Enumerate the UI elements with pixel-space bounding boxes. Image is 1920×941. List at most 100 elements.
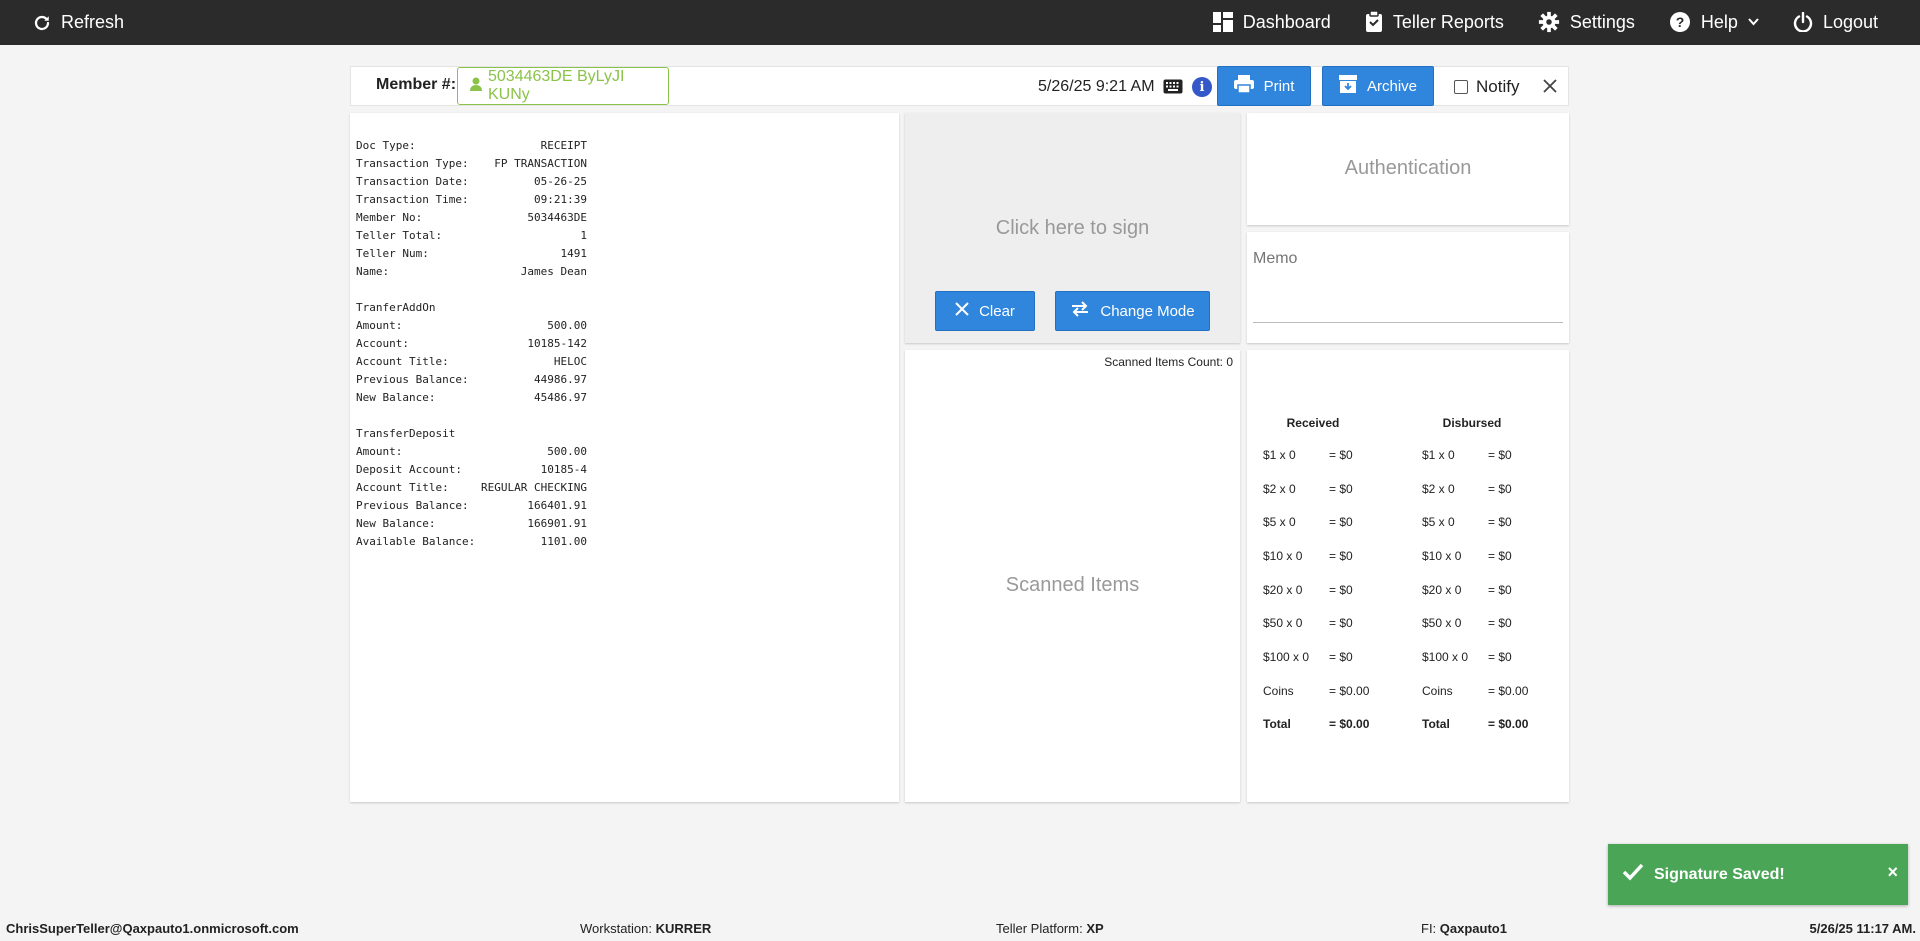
sign-prompt[interactable]: Click here to sign: [905, 217, 1240, 240]
info-icon[interactable]: i: [1192, 77, 1212, 97]
notify-label: Notify: [1476, 77, 1520, 96]
denomination-total: = $0: [1329, 649, 1353, 664]
denomination-row: $20 x 0 = $0: [1422, 573, 1548, 607]
refresh-label: Refresh: [61, 12, 125, 32]
settings-link[interactable]: Settings: [1538, 11, 1635, 33]
help-label: Help: [1700, 11, 1738, 32]
print-button[interactable]: Print: [1217, 66, 1311, 106]
denomination-count: $50 x 0: [1263, 616, 1303, 631]
receipt-field-value: 166901.91: [527, 517, 587, 530]
transaction-datetime: 5/26/25 9:21 AM: [1038, 78, 1155, 95]
receipt-line: Previous Balance: 44986.97: [356, 371, 587, 389]
refresh-button[interactable]: Refresh: [33, 12, 124, 33]
receipt-field-label: Account Title:: [356, 355, 449, 368]
printer-icon: [1233, 75, 1254, 97]
denomination-count: Coins: [1422, 683, 1453, 698]
total-label: Total: [1422, 717, 1450, 732]
denomination-row: $10 x 0 = $0: [1263, 539, 1389, 573]
receipt-line: Teller Total: 1: [356, 227, 587, 245]
receipt-field-value: 44986.97: [534, 373, 587, 386]
change-mode-label: Change Mode: [1100, 302, 1195, 320]
clear-button[interactable]: Clear: [935, 291, 1035, 331]
receipt-line: Transaction Date: 05-26-25: [356, 173, 587, 191]
authentication-panel[interactable]: Authentication: [1247, 113, 1569, 225]
receipt-field-value: 5034463DE: [527, 211, 587, 224]
nav-menu: Dashboard Teller Reports Settings ? Help: [1212, 11, 1878, 33]
help-menu[interactable]: ? Help: [1669, 11, 1759, 33]
clear-label: Clear: [979, 302, 1015, 320]
receipt-field-label: Account:: [356, 337, 409, 350]
receipt-field-value: REGULAR CHECKING: [481, 481, 587, 494]
receipt-field-value: 500.00: [547, 319, 587, 332]
footer-datetime: 5/26/25 11:17 AM.: [1809, 921, 1916, 936]
receipt-line: Account Title: REGULAR CHECKING: [356, 479, 587, 497]
denomination-count: $100 x 0: [1263, 649, 1310, 664]
denomination-row: $100 x 0 = $0: [1263, 640, 1389, 674]
denomination-count: $20 x 0: [1263, 582, 1303, 597]
checkbox-box[interactable]: [1454, 80, 1468, 94]
denomination-row: Coins = $0.00: [1263, 674, 1389, 708]
logout-label: Logout: [1822, 11, 1878, 32]
close-icon[interactable]: [1542, 78, 1558, 99]
receipt-line: Transaction Type: FP TRANSACTION: [356, 155, 587, 173]
denomination-count: $50 x 0: [1422, 616, 1462, 631]
teller-reports-link[interactable]: Teller Reports: [1365, 11, 1504, 33]
receipt-field-value: 166401.91: [527, 499, 587, 512]
receipt-field-label: Amount:: [356, 445, 403, 458]
svg-text:?: ?: [1676, 14, 1685, 30]
denomination-count: $10 x 0: [1263, 548, 1303, 563]
archive-button[interactable]: Archive: [1322, 66, 1434, 106]
receipt-field-value: 09:21:39: [534, 193, 587, 206]
total-value: = $0.00: [1329, 717, 1370, 732]
notify-checkbox[interactable]: Notify: [1454, 77, 1519, 97]
receipt-field-label: Available Balance:: [356, 535, 476, 548]
denomination-row: $5 x 0 = $0: [1422, 505, 1548, 539]
member-field[interactable]: 5034463DE ByLyJI KUNy: [457, 67, 669, 105]
logout-link[interactable]: Logout: [1793, 11, 1878, 33]
receipt-field-value: 1101.00: [540, 535, 587, 548]
scanned-items-panel: Scanned Items Count: 0 Scanned Items: [905, 350, 1240, 802]
receipt-field-value: James Dean: [520, 265, 587, 278]
receipt-line: New Balance: 166901.91: [356, 515, 587, 533]
received-total-row: Total = $0.00: [1263, 708, 1389, 742]
receipt-line: Member No: 5034463DE: [356, 209, 587, 227]
authentication-label: Authentication: [1344, 157, 1472, 179]
toast-close-button[interactable]: ×: [1887, 862, 1898, 883]
receipt-field-label: Teller Total:: [356, 229, 443, 242]
denomination-count: $10 x 0: [1422, 548, 1462, 563]
teller-reports-label: Teller Reports: [1392, 11, 1504, 32]
denomination-count: $2 x 0: [1422, 481, 1455, 496]
denomination-row: $50 x 0 = $0: [1263, 606, 1389, 640]
scanned-items-placeholder: Scanned Items: [1005, 574, 1140, 596]
denomination-total: = $0: [1488, 616, 1512, 631]
receipt-field-label: Teller Num:: [356, 247, 429, 260]
denomination-total: = $0: [1329, 515, 1353, 530]
denomination-total: = $0.00: [1329, 683, 1370, 698]
denomination-total: = $0: [1329, 447, 1353, 462]
receipt-field-value: 45486.97: [534, 391, 587, 404]
denomination-count: $100 x 0: [1422, 649, 1469, 664]
keyboard-icon[interactable]: [1163, 79, 1183, 99]
denomination-total: = $0: [1329, 548, 1353, 563]
memo-panel: [1247, 232, 1569, 343]
receipt-section: Amount: 500.00 Account: 10185-142 Account Ti…: [356, 317, 899, 407]
receipt-line: Account Title: HELOC: [356, 353, 587, 371]
receipt-section-title: TranferAddOn: [356, 301, 436, 314]
change-mode-button[interactable]: Change Mode: [1055, 291, 1210, 331]
dashboard-link[interactable]: Dashboard: [1212, 11, 1331, 33]
denomination-total: = $0: [1329, 582, 1353, 597]
receipt-line: Available Balance: 1101.00: [356, 533, 587, 551]
receipt-field-value: RECEIPT: [540, 139, 587, 152]
denomination-total: = $0: [1488, 548, 1512, 563]
receipt-field-value: 1: [580, 229, 587, 242]
receipt-field-value: FP TRANSACTION: [494, 157, 587, 170]
received-column: Received $1 x 0 = $0 $2 x 0 = $0 $5 x 0 = $0 $…: [1263, 416, 1389, 741]
receipt-field-value: HELOC: [553, 355, 587, 368]
signature-pad[interactable]: Click here to sign Clear Change Mode: [905, 113, 1240, 343]
receipt-field-label: New Balance:: [356, 517, 436, 530]
memo-input[interactable]: [1253, 244, 1563, 323]
clipboard-icon: [1365, 11, 1383, 33]
receipt-field-label: Transaction Time:: [356, 193, 469, 206]
receipt-line: Previous Balance: 166401.91: [356, 497, 587, 515]
denomination-row: $2 x 0 = $0: [1422, 472, 1548, 506]
